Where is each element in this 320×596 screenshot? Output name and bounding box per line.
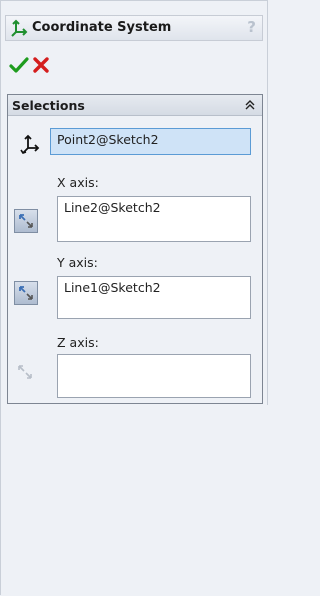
selections-title: Selections: [12, 98, 85, 113]
z-axis-label: Z axis:: [57, 335, 99, 350]
panel-title: Coordinate System: [32, 20, 172, 35]
help-icon[interactable]: ?: [247, 18, 256, 36]
origin-icon: [20, 134, 40, 154]
x-axis-field[interactable]: Line2@Sketch2: [57, 196, 251, 242]
z-axis-field[interactable]: [57, 354, 251, 398]
origin-field[interactable]: Point2@Sketch2: [50, 128, 251, 155]
reverse-direction-icon: [19, 214, 33, 228]
x-axis-label: X axis:: [57, 175, 99, 190]
reverse-direction-icon: [19, 286, 33, 300]
y-axis-reverse-button[interactable]: [14, 281, 38, 305]
property-manager: Coordinate System ? Selections Point2@Sk…: [0, 0, 269, 596]
title-bar: Coordinate System ?: [5, 15, 263, 41]
ok-button[interactable]: [9, 55, 29, 75]
empty-panel-area: [1, 405, 269, 596]
y-axis-field[interactable]: Line1@Sketch2: [57, 276, 251, 319]
z-axis-reverse-button[interactable]: [14, 361, 38, 385]
x-axis-reverse-button[interactable]: [14, 209, 38, 233]
cancel-button[interactable]: [31, 55, 51, 75]
collapse-chevron-icon[interactable]: [244, 99, 256, 111]
selections-group: Selections Point2@Sketch2 X axis: Line2@…: [7, 94, 263, 404]
y-axis-label: Y axis:: [57, 255, 98, 270]
selections-group-header[interactable]: Selections: [8, 95, 262, 116]
coordinate-system-icon: [11, 19, 28, 37]
reverse-direction-icon: [18, 365, 32, 379]
